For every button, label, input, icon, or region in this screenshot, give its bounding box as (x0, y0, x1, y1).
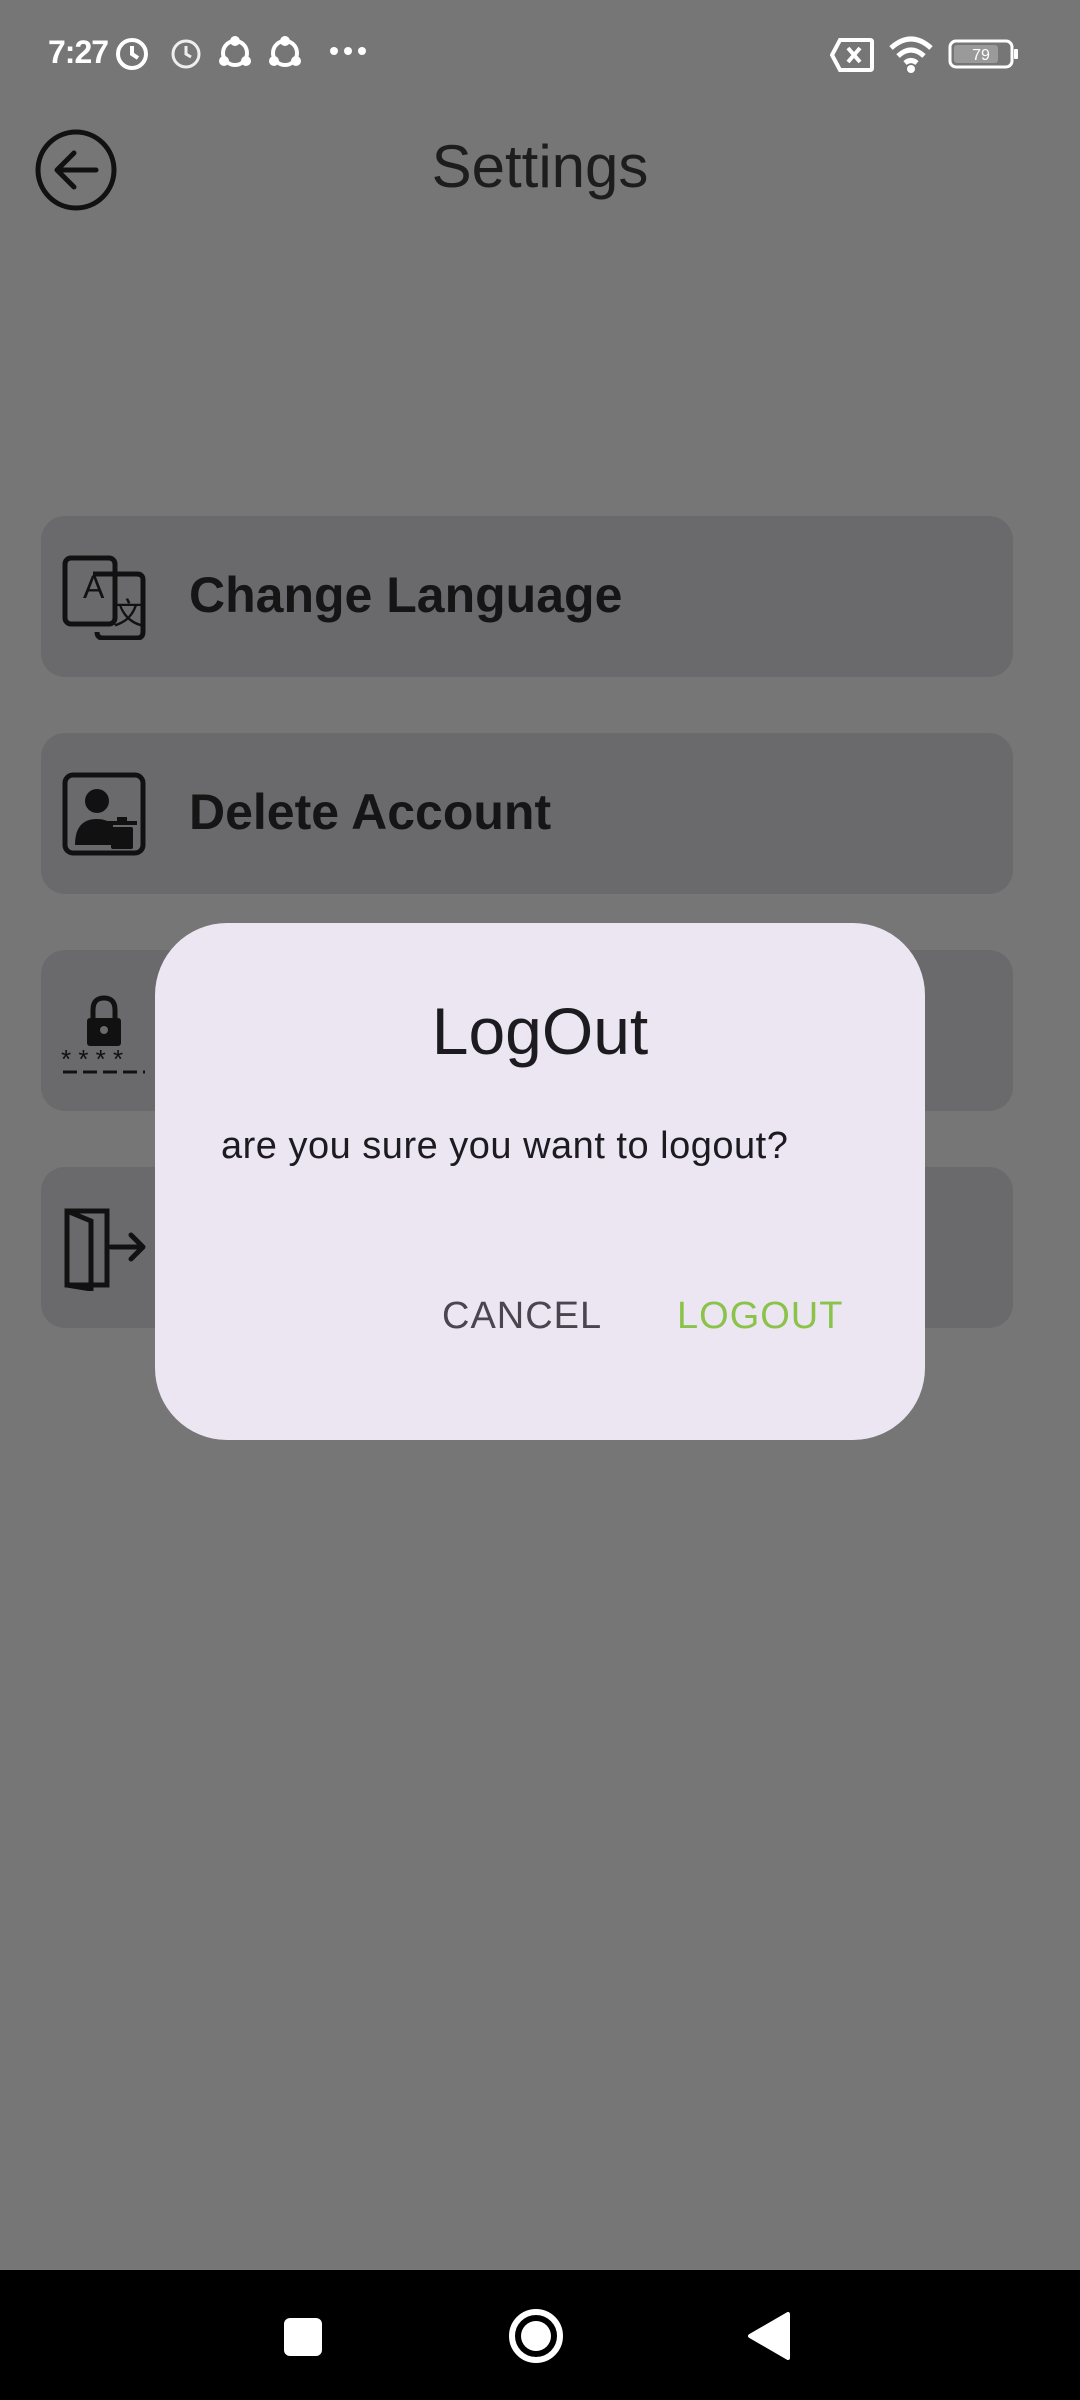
cancel-button[interactable]: CANCEL (442, 1283, 602, 1350)
share-icon (214, 32, 256, 79)
settings-screen: 7:27 79 Settings A 文 Change Language Del… (0, 0, 1080, 2400)
more-icon (328, 44, 368, 62)
logout-button[interactable]: LOGOUT (677, 1283, 843, 1350)
page-title: Settings (431, 133, 649, 200)
svg-text:* * * *: * * * * (61, 1044, 123, 1074)
settings-item-change-language[interactable]: A 文 Change Language (41, 516, 1013, 677)
dialog-title: LogOut (431, 994, 649, 1068)
logout-icon (61, 1205, 147, 1292)
status-bar: 7:27 79 (0, 0, 1080, 110)
svg-text:文: 文 (113, 598, 143, 631)
alarm-icon (112, 32, 152, 77)
settings-item-label: Delete Account (189, 784, 552, 840)
recents-button[interactable] (264, 2298, 340, 2374)
battery-level: 79 (972, 47, 990, 64)
lock-password-icon: * * * * (61, 988, 147, 1074)
no-sim-icon (829, 38, 874, 77)
recents-icon (284, 2318, 322, 2356)
delete-account-icon (61, 771, 147, 857)
status-time: 7:27 (48, 34, 109, 70)
logout-dialog: LogOut are you sure you want to logout? … (155, 923, 925, 1440)
translate-icon: A 文 (61, 554, 147, 641)
wifi-icon (888, 34, 934, 79)
home-icon (509, 2309, 563, 2363)
home-button[interactable] (498, 2298, 574, 2374)
svg-text:A: A (83, 569, 105, 605)
nav-back-button[interactable] (732, 2298, 808, 2374)
alarm-icon (166, 32, 206, 77)
dialog-message: are you sure you want to logout? (221, 1125, 789, 1167)
settings-item-delete-account[interactable]: Delete Account (41, 733, 1013, 894)
battery-icon: 79 (948, 38, 1020, 75)
navigation-bar (0, 2270, 1080, 2400)
back-icon (748, 2312, 790, 2360)
share-icon (264, 32, 306, 79)
settings-item-label: Change Language (189, 567, 623, 623)
